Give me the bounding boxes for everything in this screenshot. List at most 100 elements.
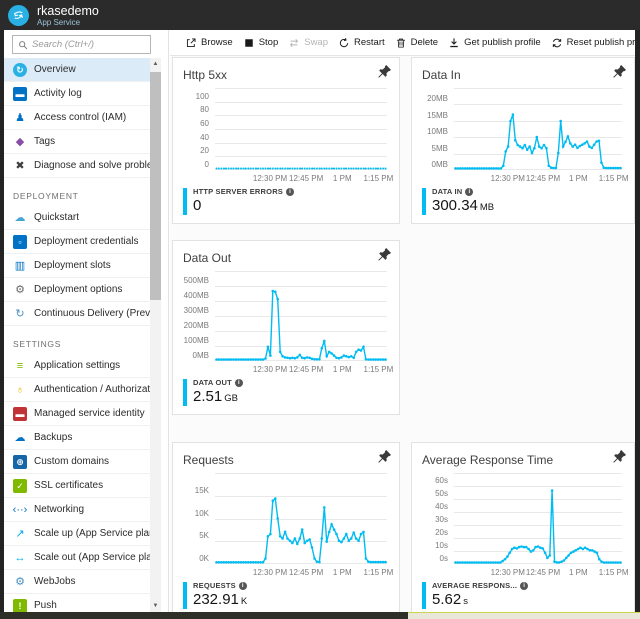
webjobs-icon: ⚙	[13, 575, 27, 589]
sidebar-item-diagnose-and-solve-problems[interactable]: ✖Diagnose and solve problems	[4, 154, 150, 178]
pin-icon[interactable]	[612, 449, 627, 464]
push-icon: !	[13, 599, 27, 613]
pin-icon[interactable]	[377, 247, 392, 262]
sidebar-scrollbar[interactable]: ▲ ▼	[150, 58, 161, 612]
legend-label: DATA OUT	[193, 378, 232, 387]
sidebar-item-tags[interactable]: ◆Tags	[4, 130, 150, 154]
overview-icon: ↻	[13, 63, 27, 77]
sidebar-item-backups[interactable]: ☁Backups	[4, 426, 150, 450]
y-tick: 80	[200, 105, 209, 114]
search-box[interactable]	[12, 35, 151, 54]
metric-unit: s	[463, 596, 468, 607]
window-border-right	[635, 30, 640, 619]
sidebar-item-deployment-slots[interactable]: ▥Deployment slots	[4, 254, 150, 278]
sidebar-item-ssl-certificates[interactable]: ✓SSL certificates	[4, 474, 150, 498]
pin-icon[interactable]	[612, 64, 627, 79]
chart-card-header: Data Out	[183, 249, 389, 264]
y-axis-labels: 15K10K5K0K	[183, 473, 215, 564]
y-tick: 10MB	[427, 127, 448, 136]
sidebar-item-push[interactable]: !Push	[4, 594, 150, 612]
chart-card-header: Average Response Time	[422, 451, 624, 466]
plot-area	[215, 473, 387, 564]
y-tick: 0MB	[193, 351, 209, 360]
y-tick: 500MB	[184, 276, 209, 285]
sidebar-item-activity-log[interactable]: ▬Activity log	[4, 82, 150, 106]
sidebar-item-networking[interactable]: ‹··›Networking	[4, 498, 150, 522]
custom-domains-icon: ⊕	[13, 455, 27, 469]
sidebar-item-scale-up-app-service-plan[interactable]: ↗Scale up (App Service plan)	[4, 522, 150, 546]
sidebar-item-continuous-delivery-preview[interactable]: ↻Continuous Delivery (Preview)	[4, 302, 150, 326]
sidebar-content-divider	[168, 30, 169, 612]
sidebar-item-label: Overview	[34, 64, 76, 75]
metric-line-series	[215, 88, 387, 170]
chart-title: Average Response Time	[422, 453, 553, 467]
pin-icon[interactable]	[377, 64, 392, 79]
toolbar-button-label: Delete	[411, 37, 438, 48]
pin-icon[interactable]	[377, 449, 392, 464]
delete-button[interactable]: Delete	[390, 30, 443, 55]
reset-publish-profile-button[interactable]: Reset publish profile	[546, 30, 635, 55]
x-axis-labels: 12:30 PM12:45 PM1 PM1:15 PM	[215, 170, 387, 184]
x-tick: 12:45 PM	[289, 365, 323, 374]
info-icon[interactable]: i	[286, 188, 294, 196]
scrollbar-thumb[interactable]	[150, 72, 161, 300]
chart-card-header: Data In	[422, 66, 624, 81]
y-axis-labels: 500MB400MB300MB200MB100MB0MB	[183, 271, 215, 361]
x-tick: 1 PM	[569, 568, 588, 577]
sidebar-item-quickstart[interactable]: ☁Quickstart	[4, 206, 150, 230]
y-tick: 400MB	[184, 291, 209, 300]
chart-title: Requests	[183, 453, 234, 467]
restart-button[interactable]: Restart	[333, 30, 390, 55]
backups-icon: ☁	[13, 431, 27, 445]
deployment-credentials-icon: ▫	[13, 235, 27, 249]
y-tick: 30s	[435, 515, 448, 524]
sidebar-item-managed-service-identity[interactable]: ▬Managed service identity	[4, 402, 150, 426]
x-tick: 1:15 PM	[363, 174, 393, 183]
browse-button[interactable]: Browse	[180, 30, 238, 55]
info-icon[interactable]: i	[235, 379, 243, 387]
y-axis-labels: 20MB15MB10MB5MB0MB	[422, 88, 454, 170]
authentication-icon: ♁	[13, 383, 27, 397]
sidebar-item-custom-domains[interactable]: ⊕Custom domains	[4, 450, 150, 474]
chart-card-data-out: Data Out500MB400MB300MB200MB100MB0MB12:3…	[172, 240, 400, 415]
sidebar-item-authentication-authorization[interactable]: ♁Authentication / Authorization	[4, 378, 150, 402]
metric-line-series	[215, 473, 387, 564]
legend-label: REQUESTS	[193, 581, 236, 590]
sidebar-item-overview[interactable]: ↻ Overview	[4, 58, 150, 82]
x-tick: 12:45 PM	[289, 568, 323, 577]
sidebar-item-webjobs[interactable]: ⚙WebJobs	[4, 570, 150, 594]
delete-icon	[395, 37, 407, 49]
legend-color-bar	[422, 188, 426, 215]
sidebar-item-access-control-iam[interactable]: ♟Access control (IAM)	[4, 106, 150, 130]
sidebar-item-application-settings[interactable]: ≡Application settings	[4, 354, 150, 378]
scroll-up-icon[interactable]: ▲	[150, 58, 161, 70]
legend-color-bar	[183, 379, 187, 406]
toolbar: BrowseStop Swap Restart Delete Get publish p…	[170, 30, 635, 56]
swap-button[interactable]: Swap	[283, 30, 333, 55]
sidebar-item-deployment-credentials[interactable]: ▫Deployment credentials	[4, 230, 150, 254]
toolbar-button-label: Swap	[304, 37, 328, 48]
reset-icon	[551, 37, 563, 49]
sidebar-item-scale-out-app-service-plan[interactable]: ↔Scale out (App Service plan)	[4, 546, 150, 570]
y-tick: 20s	[435, 528, 448, 537]
stop-button[interactable]: Stop	[238, 30, 284, 55]
x-tick: 1:15 PM	[599, 174, 629, 183]
scroll-down-icon[interactable]: ▼	[150, 600, 161, 612]
y-tick: 5K	[199, 531, 209, 540]
chart-card-data-in: Data In20MB15MB10MB5MB0MB12:30 PM12:45 P…	[411, 57, 635, 224]
sidebar-item-label: SSL certificates	[34, 480, 103, 491]
plot-zone: 60s50s40s30s20s10s0s	[422, 473, 622, 564]
managed-identity-icon: ▬	[13, 407, 27, 421]
blade-header: rkasedemo App Service	[0, 0, 640, 30]
get-publish-profile-button[interactable]: Get publish profile	[443, 30, 546, 55]
metric-value: 5.62	[432, 591, 461, 608]
sidebar-item-deployment-options[interactable]: ⚙Deployment options	[4, 278, 150, 302]
info-icon[interactable]: i	[239, 582, 247, 590]
browse-icon	[185, 37, 197, 49]
search-input[interactable]	[32, 39, 145, 50]
y-tick: 15MB	[427, 111, 448, 120]
info-icon[interactable]: i	[465, 188, 473, 196]
info-icon[interactable]: i	[520, 582, 528, 590]
desktop-sliver-right	[408, 612, 640, 619]
sidebar-item-label: Scale up (App Service plan)	[34, 528, 150, 539]
